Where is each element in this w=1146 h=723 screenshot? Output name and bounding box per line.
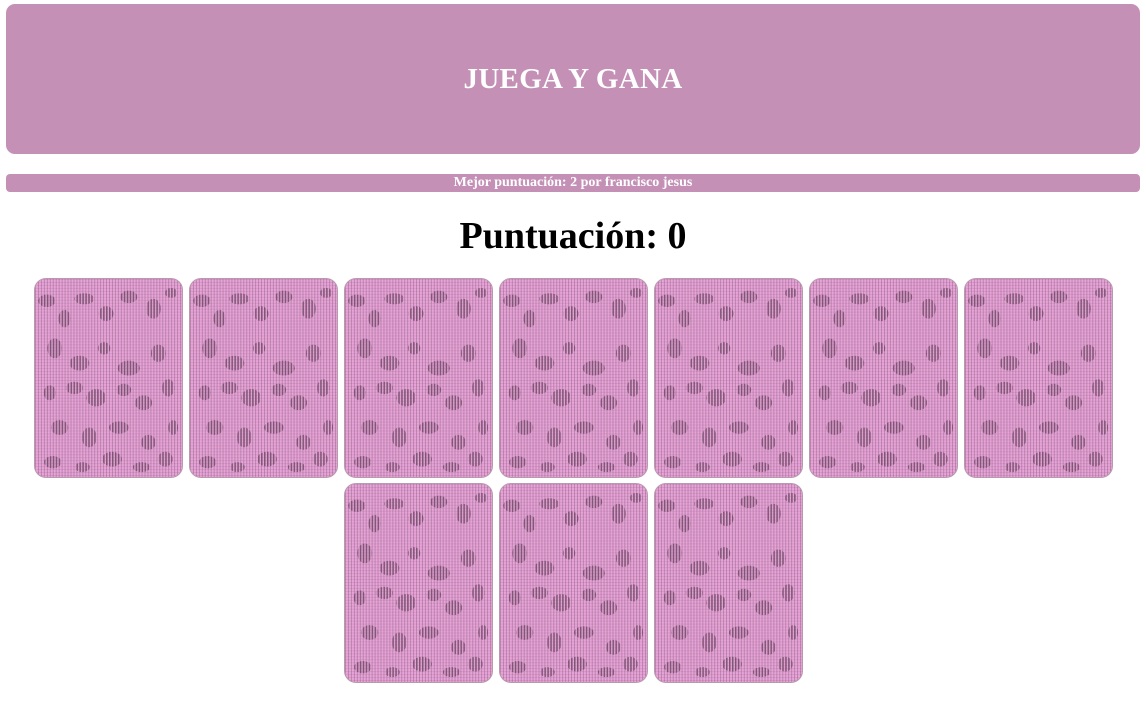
- card-face-down[interactable]: [343, 483, 493, 683]
- card-back-pattern: [344, 484, 492, 682]
- best-score-bar: Mejor puntuación: 2 por francisco jesus: [6, 174, 1140, 192]
- card-back-pattern: [654, 484, 802, 682]
- card-face-down[interactable]: [653, 483, 803, 683]
- current-score: Puntuación: 0: [459, 215, 687, 257]
- card-face-down[interactable]: [808, 278, 958, 478]
- card-back-pattern: [499, 279, 647, 477]
- card-back-pattern: [34, 279, 182, 477]
- header-banner: JUEGA Y GANA: [6, 4, 1140, 154]
- card-face-down[interactable]: [498, 278, 648, 478]
- card-back-pattern: [809, 279, 957, 477]
- card-face-down[interactable]: [188, 278, 338, 478]
- card-back-pattern: [499, 484, 647, 682]
- card-face-down[interactable]: [343, 278, 493, 478]
- card-back-pattern: [654, 279, 802, 477]
- card-face-down[interactable]: [33, 278, 183, 478]
- card-face-down[interactable]: [498, 483, 648, 683]
- card-back-pattern: [964, 279, 1112, 477]
- card-board: [24, 278, 1122, 683]
- page-title: JUEGA Y GANA: [463, 62, 683, 95]
- card-face-down[interactable]: [963, 278, 1113, 478]
- card-face-down[interactable]: [653, 278, 803, 478]
- card-back-pattern: [344, 279, 492, 477]
- card-back-pattern: [189, 279, 337, 477]
